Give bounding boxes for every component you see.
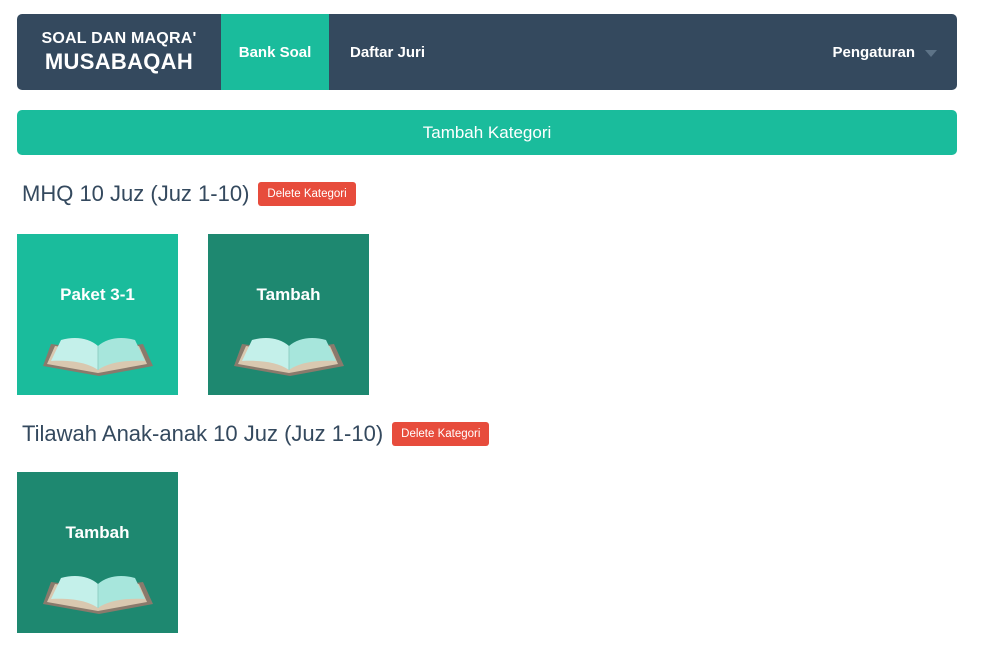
brand-logo[interactable]: SOAL DAN MAQRA' MUSABAQAH [17, 14, 221, 90]
category-header: MHQ 10 Juz (Juz 1-10) Delete Kategori [22, 181, 356, 207]
delete-category-button[interactable]: Delete Kategori [392, 422, 490, 446]
brand-title-line1: SOAL DAN MAQRA' [41, 29, 197, 47]
settings-label: Pengaturan [832, 43, 915, 61]
add-package-tile[interactable]: Tambah [208, 234, 369, 395]
chevron-down-icon [925, 49, 937, 57]
add-category-button[interactable]: Tambah Kategori [17, 110, 957, 155]
open-book-icon [42, 575, 154, 615]
settings-dropdown[interactable]: Pengaturan [832, 14, 957, 90]
open-book-icon [233, 337, 345, 377]
brand-title-line2: MUSABAQAH [44, 49, 194, 75]
tile-label: Tambah [65, 523, 130, 542]
delete-category-button[interactable]: Delete Kategori [258, 182, 356, 206]
category-title: Tilawah Anak-anak 10 Juz (Juz 1-10) [22, 421, 384, 446]
nav-item-bank-soal[interactable]: Bank Soal [221, 14, 329, 90]
tile-label: Tambah [256, 285, 321, 304]
top-navbar: SOAL DAN MAQRA' MUSABAQAH Bank Soal Daft… [17, 14, 957, 90]
open-book-icon [42, 337, 154, 377]
category-header: Tilawah Anak-anak 10 Juz (Juz 1-10) Dele… [22, 421, 490, 447]
tile-label: Paket 3-1 [60, 285, 135, 304]
nav-item-daftar-juri[interactable]: Daftar Juri [329, 14, 446, 90]
add-package-tile[interactable]: Tambah [17, 472, 178, 633]
category-title: MHQ 10 Juz (Juz 1-10) [22, 181, 250, 206]
package-tile[interactable]: Paket 3-1 [17, 234, 178, 395]
